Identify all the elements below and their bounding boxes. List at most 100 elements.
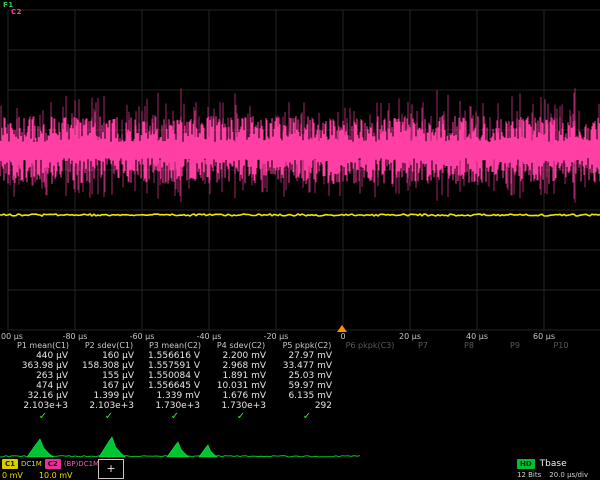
timebase-scale-value: 20.0 µs/div [549, 471, 588, 479]
measure-value-cell [446, 351, 492, 361]
measure-value-cell [492, 401, 538, 411]
measure-value-cell: 1.891 mV [208, 371, 274, 381]
measure-value-cell: 6.135 mV [274, 391, 340, 401]
measure-value-cell: 1.550084 V [142, 371, 208, 381]
trigger-position-marker[interactable] [337, 325, 347, 332]
measure-value-cell [400, 351, 446, 361]
measure-column-header-p4[interactable]: P4 sdev(C2) [208, 340, 274, 351]
measure-column-header-p8[interactable]: P8 [446, 340, 492, 351]
histicon-peak[interactable] [167, 442, 189, 457]
measure-value-cell: 32.16 µV [10, 391, 76, 401]
measure-value-cell: 1.730e+3 [208, 401, 274, 411]
measure-value-cell [400, 361, 446, 371]
measure-value-cell [538, 381, 584, 391]
histicon-peak[interactable] [27, 439, 53, 457]
measure-value-cell [446, 401, 492, 411]
measure-value-cell: 2.103e+3 [76, 401, 142, 411]
channel-c2-chip[interactable]: C2 [45, 459, 61, 469]
measure-status-cell [446, 411, 492, 422]
measure-value-cell [446, 391, 492, 401]
measure-value-cell [340, 361, 400, 371]
add-trace-button[interactable]: + [98, 459, 124, 479]
timebase-settings: 12 Bits 20.0 µs/div [517, 471, 588, 479]
measure-value-cell [538, 371, 584, 381]
measure-value-cell: 263 µV [10, 371, 76, 381]
measure-column-header-p6[interactable]: P6 pkpk(C3) [340, 340, 400, 351]
measure-column-header-p2[interactable]: P2 sdev(C1) [76, 340, 142, 351]
measure-value-cell [446, 361, 492, 371]
histicon-peak[interactable] [199, 445, 217, 457]
channel-c1-chip[interactable]: C1 [2, 459, 18, 469]
measure-value-cell: 474 µV [10, 381, 76, 391]
measure-value-cell [492, 361, 538, 371]
measure-value-cell: 155 µV [76, 371, 142, 381]
measure-value-cell: 363.98 µV [10, 361, 76, 371]
measure-column-header-p5[interactable]: P5 pkpk(C2) [274, 340, 340, 351]
measure-value-cell [340, 391, 400, 401]
measure-value-cell [492, 371, 538, 381]
measurement-table: P1 mean(C1)P2 sdev(C1)P3 mean(C2)P4 sdev… [10, 340, 584, 422]
measure-value-cell: 10.031 mV [208, 381, 274, 391]
measure-value-cell: 27.97 mV [274, 351, 340, 361]
measure-value-cell [340, 371, 400, 381]
measure-value-cell: 1.339 mV [142, 391, 208, 401]
measure-value-cell: 167 µV [76, 381, 142, 391]
measure-status-cell [492, 411, 538, 422]
measure-status-cell [400, 411, 446, 422]
measure-status-cell [538, 411, 584, 422]
histicon-traces[interactable] [0, 426, 600, 460]
c2-coupling-label: (BP)DC1M [64, 460, 99, 468]
trace-tag-c2: C2 [11, 8, 22, 16]
measure-value-cell [340, 351, 400, 361]
measure-value-cell: 1.399 µV [76, 391, 142, 401]
hd-mode-badge: HD [517, 459, 535, 469]
measure-value-cell: 1.730e+3 [142, 401, 208, 411]
measure-value-cell: 2.968 mV [208, 361, 274, 371]
histicon-peak[interactable] [99, 437, 125, 457]
measure-column-header-p10[interactable]: P10 [538, 340, 584, 351]
measure-value-cell: 2.103e+3 [10, 401, 76, 411]
measure-value-cell [400, 381, 446, 391]
measure-value-cell [446, 381, 492, 391]
measure-value-cell: 25.03 mV [274, 371, 340, 381]
measure-column-header-p7[interactable]: P7 [400, 340, 446, 351]
measure-value-cell: 160 µV [76, 351, 142, 361]
adc-bits-value: 12 Bits [517, 471, 541, 479]
measure-column-header-p1[interactable]: P1 mean(C1) [10, 340, 76, 351]
measure-value-cell: 440 µV [10, 351, 76, 361]
measure-value-cell [340, 401, 400, 411]
measure-value-cell [340, 381, 400, 391]
measure-value-cell: 1.556645 V [142, 381, 208, 391]
measure-value-cell [492, 391, 538, 401]
c2-waveform[interactable] [0, 116, 600, 184]
oscilloscope-display: F1 C2 -100 µs-80 µs-60 µs-40 µs-20 µs020… [0, 0, 600, 480]
measure-column-header-p9[interactable]: P9 [492, 340, 538, 351]
measure-value-cell [538, 351, 584, 361]
measure-value-cell: 292 [274, 401, 340, 411]
measure-value-cell [400, 391, 446, 401]
c1-offset-value: 0 mV [2, 471, 23, 480]
measure-status-cell [340, 411, 400, 422]
c1-coupling-label: DC1M [21, 460, 42, 468]
timebase-descriptor[interactable]: HD Tbase [517, 459, 567, 469]
measure-status-cell: ✓ [76, 411, 142, 422]
timebase-label: Tbase [540, 459, 567, 469]
measure-value-cell [538, 361, 584, 371]
measure-status-cell: ✓ [208, 411, 274, 422]
c1-settings: 0 mV 10.0 mV [2, 471, 73, 480]
measure-value-cell [538, 391, 584, 401]
measure-column-header-p3[interactable]: P3 mean(C2) [142, 340, 208, 351]
measure-status-cell: ✓ [10, 411, 76, 422]
waveform-grid[interactable] [0, 0, 600, 334]
measure-status-cell: ✓ [274, 411, 340, 422]
measure-value-cell: 33.477 mV [274, 361, 340, 371]
measure-value-cell [492, 351, 538, 361]
measure-value-cell: 1.676 mV [208, 391, 274, 401]
channel-descriptors: C1 DC1M C2 (BP)DC1M [2, 459, 99, 469]
measure-value-cell: 1.556616 V [142, 351, 208, 361]
measure-value-cell [538, 401, 584, 411]
c1-scale-value: 10.0 mV [39, 471, 73, 480]
measure-value-cell [400, 401, 446, 411]
c1-waveform[interactable] [0, 214, 600, 216]
measure-value-cell: 158.308 µV [76, 361, 142, 371]
